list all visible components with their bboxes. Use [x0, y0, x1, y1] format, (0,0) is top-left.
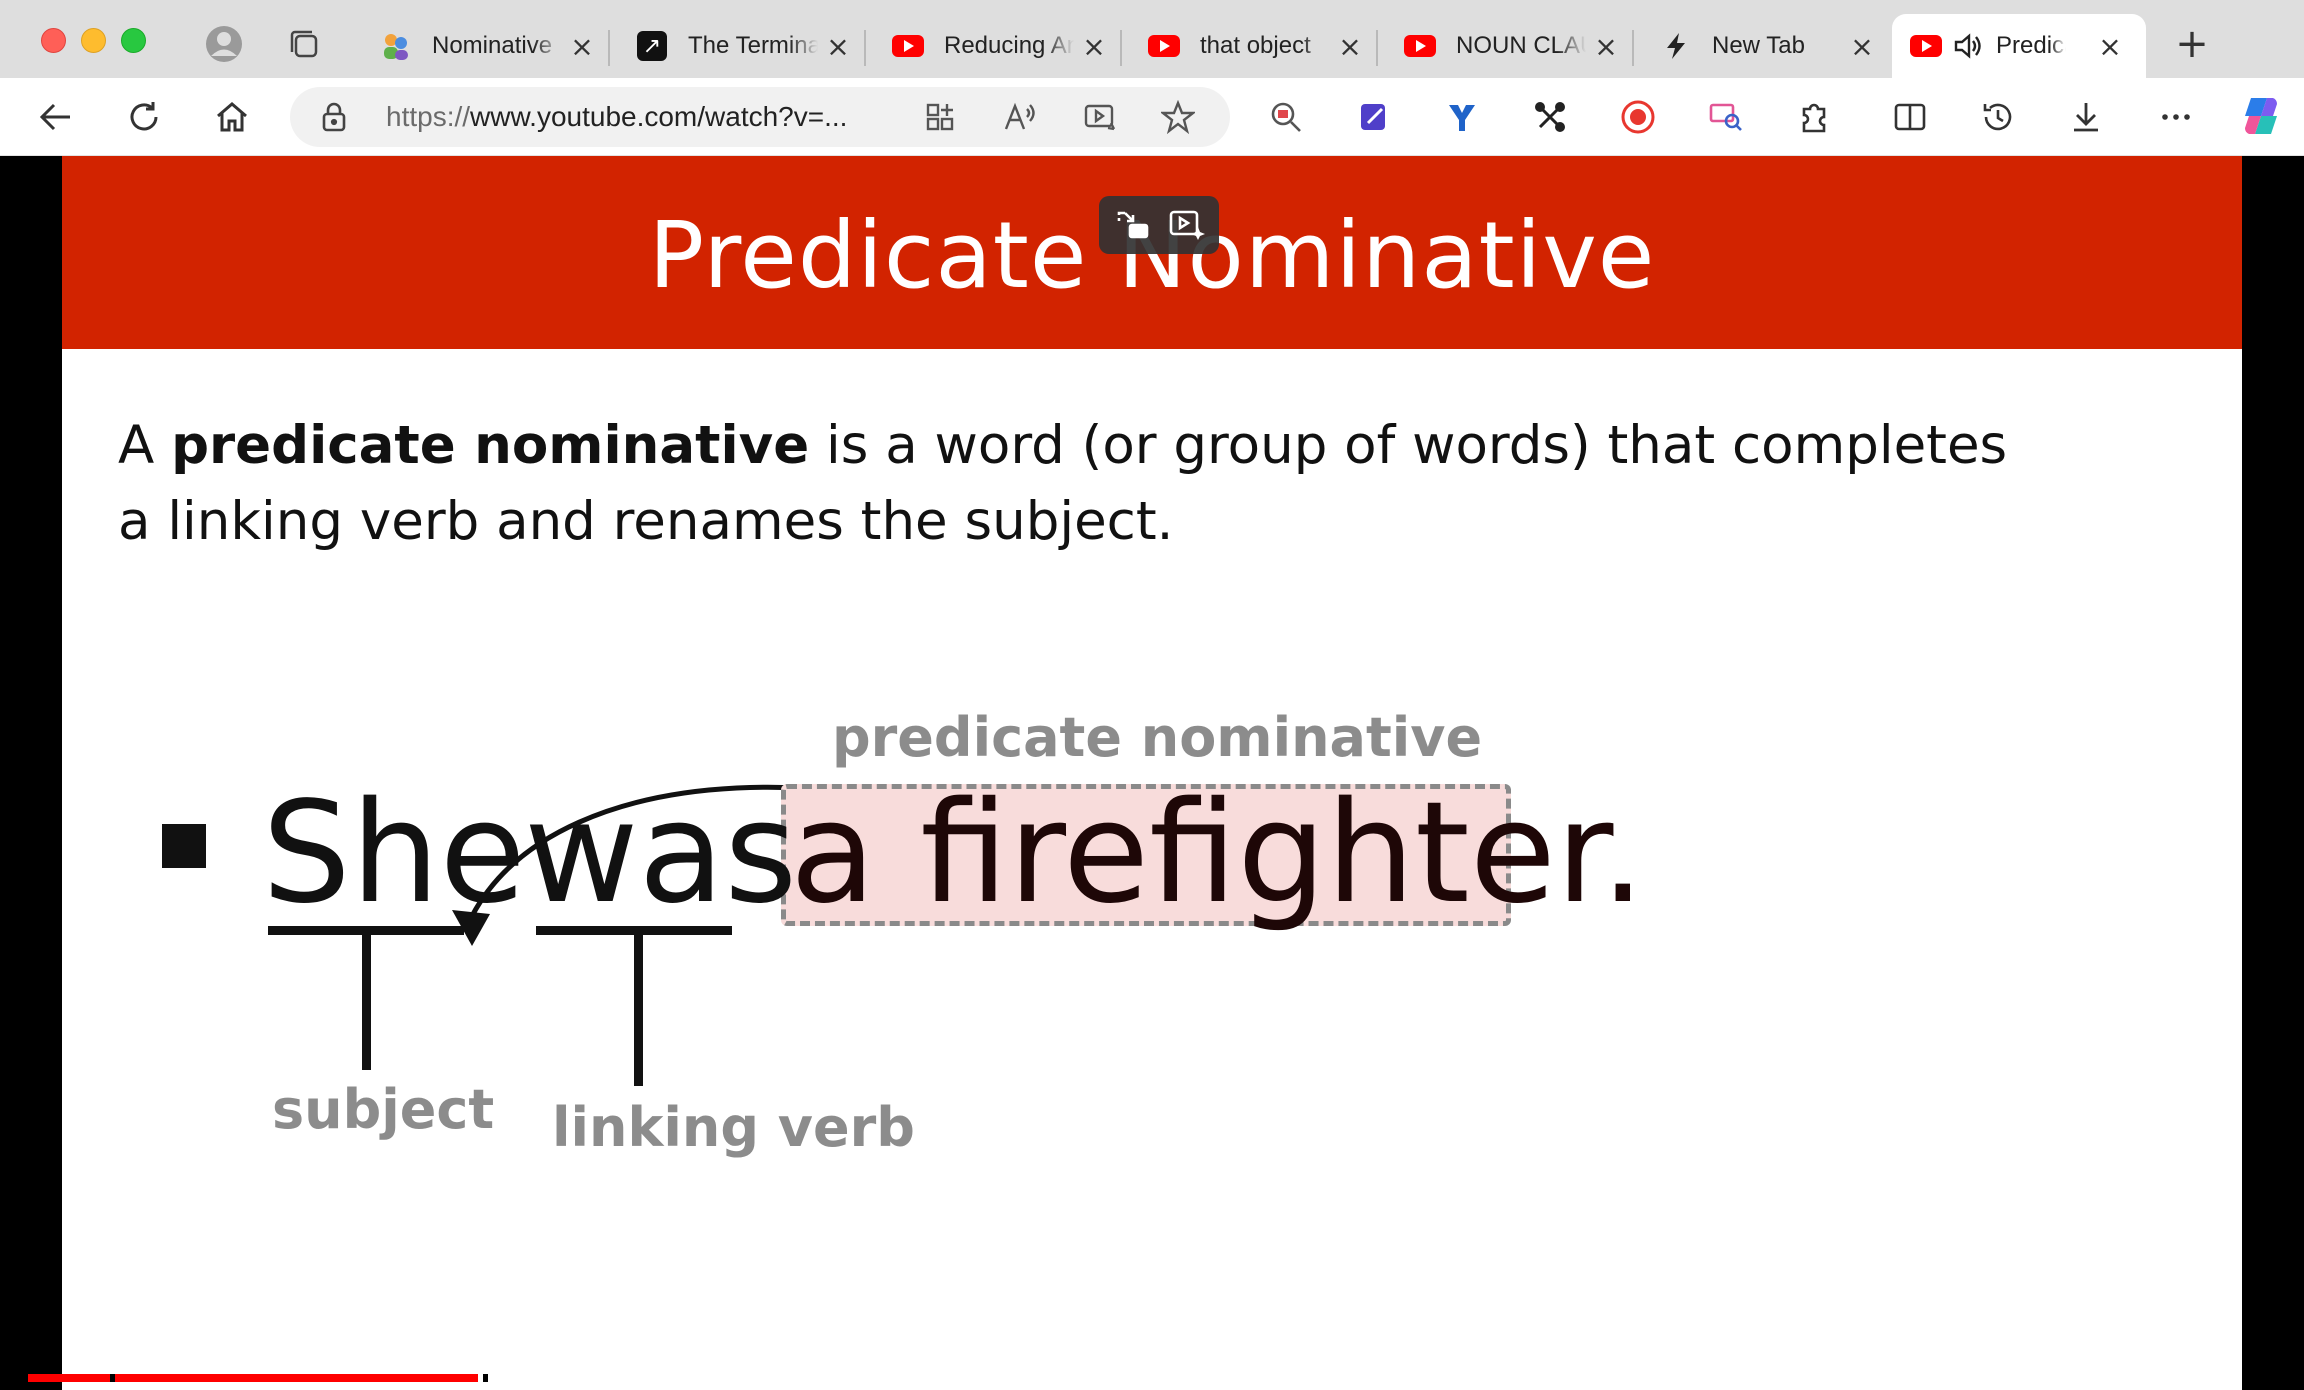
profile-icon[interactable]	[204, 24, 244, 64]
tab-title: that object	[1200, 32, 1311, 59]
lock-icon[interactable]	[320, 101, 348, 137]
youtube-icon	[1148, 30, 1180, 62]
copilot-icon[interactable]	[2236, 91, 2286, 141]
close-tab-icon[interactable]: ×	[2096, 30, 2124, 63]
definition-prefix: A	[118, 415, 172, 476]
close-tab-icon[interactable]: ×	[824, 30, 852, 63]
workspaces-icon[interactable]	[284, 24, 324, 64]
tab-title: NOUN CLAUSE	[1456, 32, 1586, 59]
tab-the-terminator[interactable]: ↗ The Terminator ×	[618, 14, 874, 78]
minimize-window-button[interactable]	[81, 28, 106, 53]
youtube-icon	[1910, 30, 1942, 62]
search-extension-icon[interactable]	[1264, 95, 1308, 139]
tab-title: Predicate	[1996, 32, 2066, 59]
browser-toolbar: https://www.youtube.com/watch?v=...	[0, 78, 2304, 156]
url-scheme: https://	[386, 101, 471, 132]
tab-new-tab[interactable]: New Tab ×	[1642, 14, 1898, 78]
bolt-icon	[1660, 30, 1692, 62]
chapter-marker	[483, 1374, 488, 1382]
tab-separator	[608, 30, 610, 66]
tab-predicate-active[interactable]: Predicate ×	[1892, 14, 2146, 78]
notes-extension-icon[interactable]	[1352, 95, 1396, 139]
tab-title: The Terminator	[688, 32, 818, 59]
close-tab-icon[interactable]: ×	[1336, 30, 1364, 63]
arrow-link-icon: ↗	[636, 30, 668, 62]
new-tab-button[interactable]: +	[2172, 21, 2212, 67]
video-overlay-controls	[1099, 196, 1219, 254]
read-aloud-icon[interactable]	[1000, 97, 1040, 137]
screenshot-search-icon[interactable]	[1704, 95, 1748, 139]
apps-grid-icon[interactable]	[920, 97, 960, 137]
address-bar[interactable]: https://www.youtube.com/watch?v=...	[290, 87, 1230, 147]
y-extension-icon[interactable]	[1440, 95, 1484, 139]
refresh-icon[interactable]	[122, 95, 166, 139]
subject-stem	[362, 930, 371, 1070]
network-extension-icon[interactable]	[1528, 95, 1572, 139]
exit-fullscreen-icon[interactable]	[1113, 206, 1153, 244]
tab-that-object[interactable]: that object ×	[1130, 14, 1386, 78]
close-tab-icon[interactable]: ×	[1080, 30, 1108, 63]
verb-stem	[634, 930, 643, 1086]
tab-reducing[interactable]: Reducing Anxiety ×	[874, 14, 1130, 78]
record-icon[interactable]	[1616, 95, 1660, 139]
youtube-icon	[1404, 30, 1436, 62]
maximize-window-button[interactable]	[121, 28, 146, 53]
tab-noun-clause[interactable]: NOUN CLAUSE ×	[1386, 14, 1642, 78]
tab-separator	[1632, 30, 1634, 66]
people-icon	[380, 30, 412, 62]
favorite-star-icon[interactable]	[1158, 97, 1198, 137]
picture-in-picture-icon[interactable]	[1167, 206, 1207, 244]
more-menu-icon[interactable]	[2154, 95, 2198, 139]
chapter-marker	[110, 1374, 115, 1382]
definition-term: predicate nominative	[171, 415, 810, 476]
predicate-nominative-phrase: a firefighter.	[790, 772, 1646, 935]
back-arrow-icon[interactable]	[34, 95, 78, 139]
lesson-slide: Predicate Nominative A predicate nominat…	[62, 156, 2242, 1390]
history-icon[interactable]	[1976, 95, 2020, 139]
video-progress-bar[interactable]	[28, 1374, 478, 1382]
youtube-icon	[892, 30, 924, 62]
tab-title: Nominative	[432, 32, 553, 59]
speaker-icon[interactable]	[1952, 30, 1984, 62]
verb-word: was	[524, 772, 798, 935]
predicate-nominative-label: predicate nominative	[832, 706, 1483, 769]
video-enhance-icon[interactable]	[1080, 97, 1120, 137]
download-icon[interactable]	[2064, 95, 2108, 139]
url-host-path: www.youtube.com/watch?v=...	[470, 101, 848, 132]
tab-separator	[864, 30, 866, 66]
video-player[interactable]: Predicate Nominative A predicate nominat…	[8, 156, 2296, 1390]
tab-strip: Nominative × ↗ The Terminator × Reducing…	[0, 0, 2304, 78]
definition-text: A predicate nominative is a word (or gro…	[118, 408, 2018, 560]
close-window-button[interactable]	[41, 28, 66, 53]
subject-word: She	[262, 772, 526, 935]
home-icon[interactable]	[210, 95, 254, 139]
tab-title: New Tab	[1712, 32, 1805, 59]
tab-nominative[interactable]: Nominative ×	[362, 14, 618, 78]
tab-separator	[1376, 30, 1378, 66]
close-tab-icon[interactable]: ×	[1848, 30, 1876, 63]
url-text: https://www.youtube.com/watch?v=...	[386, 101, 847, 133]
bullet-square	[162, 824, 206, 868]
tab-title: Reducing Anxiety	[944, 32, 1074, 59]
subject-label: subject	[272, 1078, 495, 1141]
split-screen-icon[interactable]	[1888, 95, 1932, 139]
tab-separator	[1120, 30, 1122, 66]
close-tab-icon[interactable]: ×	[1592, 30, 1620, 63]
close-tab-icon[interactable]: ×	[568, 30, 596, 63]
linking-verb-label: linking verb	[552, 1096, 915, 1159]
extensions-puzzle-icon[interactable]	[1792, 95, 1836, 139]
